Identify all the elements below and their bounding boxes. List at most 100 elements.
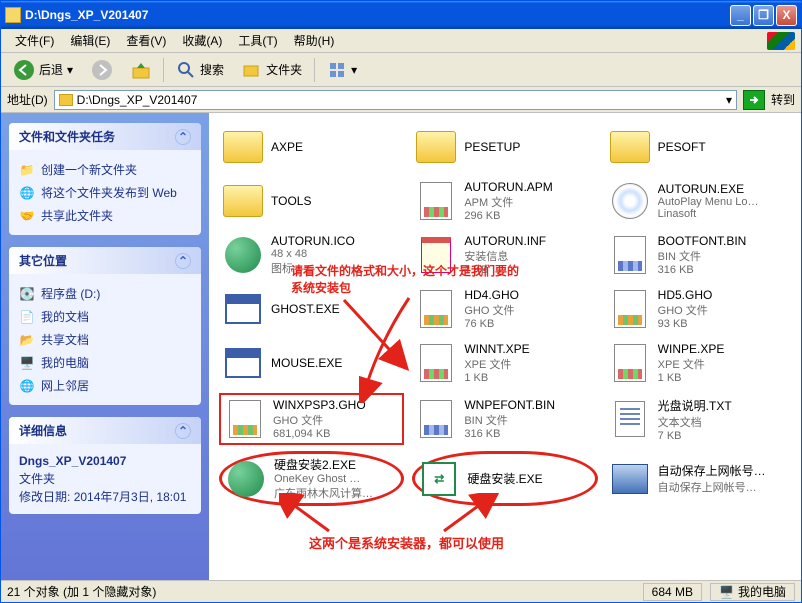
collapse-icon[interactable]: ⌃ — [175, 253, 191, 269]
folders-button[interactable]: 文件夹 — [236, 57, 308, 83]
app-icon — [221, 287, 265, 331]
collapse-icon[interactable]: ⌃ — [175, 423, 191, 439]
file-item[interactable]: PESETUP — [412, 123, 597, 171]
file-item[interactable]: AUTORUN.ICO48 x 48图标 — [219, 231, 404, 279]
file-item[interactable]: ⇄ 硬盘安装.EXE — [412, 451, 597, 506]
file-item[interactable]: BOOTFONT.BINBIN 文件316 KB — [606, 231, 791, 279]
menu-favorites[interactable]: 收藏(A) — [174, 30, 230, 51]
file-item[interactable]: 光盘说明.TXT文本文档7 KB — [606, 393, 791, 445]
file-item[interactable]: 自动保存上网帐号密码到D盘.EXE自动保存上网帐号… — [606, 451, 791, 506]
maximize-button[interactable]: ❐ — [753, 5, 774, 26]
forward-button[interactable] — [85, 56, 119, 84]
file-sub2: 1 KB — [464, 372, 529, 384]
file-sub1: GHO 文件 — [464, 302, 519, 318]
task-publish[interactable]: 🌐将这个文件夹发布到 Web — [19, 181, 191, 204]
file-item[interactable]: WNPEFONT.BINBIN 文件316 KB — [412, 393, 597, 445]
file-item[interactable]: AUTORUN.APMAPM 文件296 KB — [412, 177, 597, 225]
file-name: PESETUP — [464, 140, 520, 154]
network-icon: 🌐 — [19, 378, 35, 394]
file-name: GHOST.EXE — [271, 302, 340, 316]
window-title: D:\Dngs_XP_V201407 — [25, 8, 148, 22]
status-right: 🖥️ 我的电脑 — [710, 583, 795, 601]
file-sub1: 48 x 48 — [271, 248, 355, 260]
file-name: AUTORUN.ICO — [271, 234, 355, 248]
chevron-down-icon: ▾ — [67, 63, 73, 77]
collapse-icon[interactable]: ⌃ — [175, 129, 191, 145]
pc-icon — [608, 457, 652, 501]
close-button[interactable]: X — [776, 5, 797, 26]
loc-mycomputer[interactable]: 🖥️我的电脑 — [19, 351, 191, 374]
green-icon — [221, 233, 265, 277]
file-item[interactable]: HD5.GHOGHO 文件93 KB — [606, 285, 791, 333]
task-share[interactable]: 🤝共享此文件夹 — [19, 204, 191, 227]
file-name: 光盘说明.TXT — [658, 397, 732, 414]
tasks-header[interactable]: 文件和文件夹任务 ⌃ — [9, 123, 201, 150]
detail-name: Dngs_XP_V201407 — [19, 452, 191, 470]
go-button[interactable] — [743, 90, 765, 110]
explorer-window: D:\Dngs_XP_V201407 _ ❐ X 文件(F) 编辑(E) 查看(… — [0, 0, 802, 603]
detail-type: 文件夹 — [19, 470, 191, 488]
file-item[interactable]: MOUSE.EXE — [219, 339, 404, 387]
go-arrow-icon — [748, 94, 760, 106]
file-item[interactable]: WINXPSP3.GHOGHO 文件681,094 KB — [219, 393, 404, 445]
up-button[interactable] — [125, 57, 157, 83]
file-name: PESOFT — [658, 140, 706, 154]
task-new-folder[interactable]: 📁创建一个新文件夹 — [19, 158, 191, 181]
file-name: BOOTFONT.BIN — [658, 234, 747, 248]
file-item[interactable]: PESOFT — [606, 123, 791, 171]
file-sub1: 安装信息 — [464, 248, 546, 264]
file-item[interactable]: TOOLS — [219, 177, 404, 225]
other-header[interactable]: 其它位置 ⌃ — [9, 247, 201, 274]
file-name: AUTORUN.EXE — [658, 182, 759, 196]
file-item[interactable]: WINPE.XPEXPE 文件1 KB — [606, 339, 791, 387]
menu-help[interactable]: 帮助(H) — [286, 30, 343, 51]
gho-icon — [608, 287, 652, 331]
file-sub1: OneKey Ghost … — [274, 473, 373, 485]
loc-drive[interactable]: 💽程序盘 (D:) — [19, 282, 191, 305]
minimize-button[interactable]: _ — [730, 5, 751, 26]
file-item[interactable]: HD4.GHOGHO 文件76 KB — [412, 285, 597, 333]
titlebar[interactable]: D:\Dngs_XP_V201407 _ ❐ X — [1, 1, 801, 29]
menu-tools[interactable]: 工具(T) — [230, 30, 285, 51]
file-item[interactable]: 硬盘安装2.EXEOneKey Ghost …广东雨林木风计算… — [219, 451, 404, 506]
views-button[interactable]: ▾ — [321, 57, 363, 83]
file-item[interactable]: GHOST.EXE — [219, 285, 404, 333]
bin-icon — [608, 233, 652, 277]
file-sub1: XPE 文件 — [658, 356, 725, 372]
menu-edit[interactable]: 编辑(E) — [62, 30, 118, 51]
file-sub2: 93 KB — [658, 318, 713, 330]
address-input-wrap[interactable]: ▾ — [54, 90, 737, 110]
sqgreen-icon: ⇄ — [417, 457, 461, 501]
file-sub2: 广东雨林木风计算… — [274, 485, 373, 501]
cd-icon — [608, 179, 652, 223]
file-name: 硬盘安装.EXE — [467, 470, 542, 487]
toolbar: 后退 ▾ 搜索 文件夹 ▾ — [1, 53, 801, 87]
file-pane[interactable]: AXPE PESETUP PESOFT TOOLS AUTORUN.APMAPM 文件2… — [209, 113, 801, 580]
folder-icon — [5, 7, 21, 23]
loc-network[interactable]: 🌐网上邻居 — [19, 374, 191, 397]
tasks-panel: 文件和文件夹任务 ⌃ 📁创建一个新文件夹 🌐将这个文件夹发布到 Web 🤝共享此… — [9, 123, 201, 235]
menu-view[interactable]: 查看(V) — [118, 30, 174, 51]
address-input[interactable] — [77, 91, 722, 109]
loc-shared[interactable]: 📂共享文档 — [19, 328, 191, 351]
menubar: 文件(F) 编辑(E) 查看(V) 收藏(A) 工具(T) 帮助(H) — [1, 29, 801, 53]
menu-file[interactable]: 文件(F) — [7, 30, 62, 51]
file-item[interactable]: WINNT.XPEXPE 文件1 KB — [412, 339, 597, 387]
file-sub1: APM 文件 — [464, 194, 552, 210]
file-item[interactable]: AUTORUN.INF安装信息1 KB — [412, 231, 597, 279]
detail-header[interactable]: 详细信息 ⌃ — [9, 417, 201, 444]
back-button[interactable]: 后退 ▾ — [7, 56, 79, 84]
search-icon — [176, 60, 196, 80]
file-item[interactable]: AUTORUN.EXEAutoPlay Menu Lo…Linasoft — [606, 177, 791, 225]
file-sub2: 76 KB — [464, 318, 519, 330]
chevron-down-icon[interactable]: ▾ — [726, 93, 732, 107]
search-button[interactable]: 搜索 — [170, 57, 230, 83]
doc-icon — [414, 341, 458, 385]
loc-mydocs[interactable]: 📄我的文档 — [19, 305, 191, 328]
file-name: TOOLS — [271, 194, 311, 208]
globe-icon: 🌐 — [19, 185, 35, 201]
file-sub1: 自动保存上网帐号… — [658, 479, 768, 495]
other-panel: 其它位置 ⌃ 💽程序盘 (D:) 📄我的文档 📂共享文档 🖥️我的电脑 🌐网上邻… — [9, 247, 201, 405]
file-item[interactable]: AXPE — [219, 123, 404, 171]
go-label[interactable]: 转到 — [771, 91, 795, 108]
